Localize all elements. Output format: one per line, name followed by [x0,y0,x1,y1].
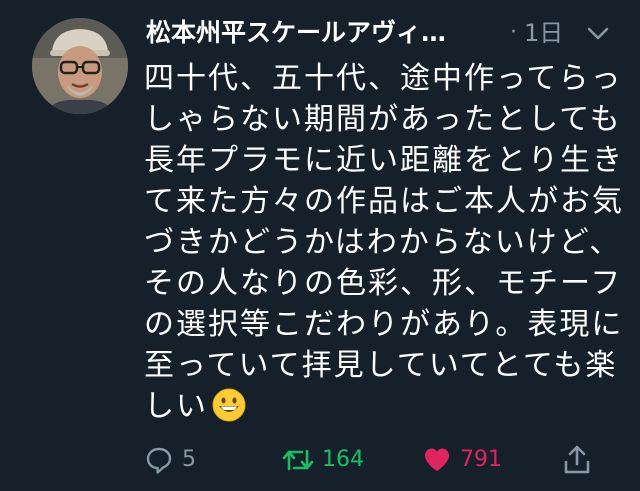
grinning-face-emoji-icon [212,388,246,422]
tweet-text-line: その人なりの色彩、形、モチーフ [144,266,623,301]
reply-icon [144,445,174,475]
retweet-button[interactable]: 164 [282,442,364,478]
tweet-text-line: て来た方々の作品はご本人がお気 [144,184,624,219]
like-count: 791 [460,447,502,472]
tweet-text-line: しい [144,389,208,424]
chevron-down-icon[interactable] [586,24,610,44]
like-button[interactable]: 791 [422,442,502,478]
tweet-text-line: 四十代、五十代、途中作ってらっ [144,61,623,96]
tweet-text-line: 長年プラモに近い距離をとり生き [144,143,624,178]
separator-dot: · [510,20,517,45]
reply-button[interactable]: 5 [144,442,196,478]
avatar[interactable] [32,18,128,114]
tweet-text: 四十代、五十代、途中作ってらっ しゃらない期間があったとしても 長年プラモに近い… [144,58,624,427]
reply-count: 5 [182,447,196,472]
share-icon [562,444,592,476]
tweet-text-line: の選択等こだわりがあり。表現に [144,307,624,342]
heart-icon [422,445,452,475]
tweet-text-line: 至っていて拝見していてとても楽 [144,348,618,383]
share-button[interactable] [562,442,592,478]
tweet-text-last-line: しい [144,386,624,427]
tweet-text-line: しゃらない期間があったとしても [144,102,622,137]
tweet[interactable]: 松本州平スケールアヴィ… · 1日 四十代、五十代、途中作ってらっ しゃらない期… [0,0,640,491]
retweet-count: 164 [322,447,364,472]
author-display-name[interactable]: 松本州平スケールアヴィ… [146,16,506,50]
tweet-header: 松本州平スケールアヴィ… · 1日 [146,14,616,54]
retweet-icon [282,445,314,475]
timestamp[interactable]: 1日 [524,16,563,50]
tweet-actions: 5 164 791 [144,442,604,478]
tweet-text-line: づきかどうかはわからないけど、 [144,225,622,260]
